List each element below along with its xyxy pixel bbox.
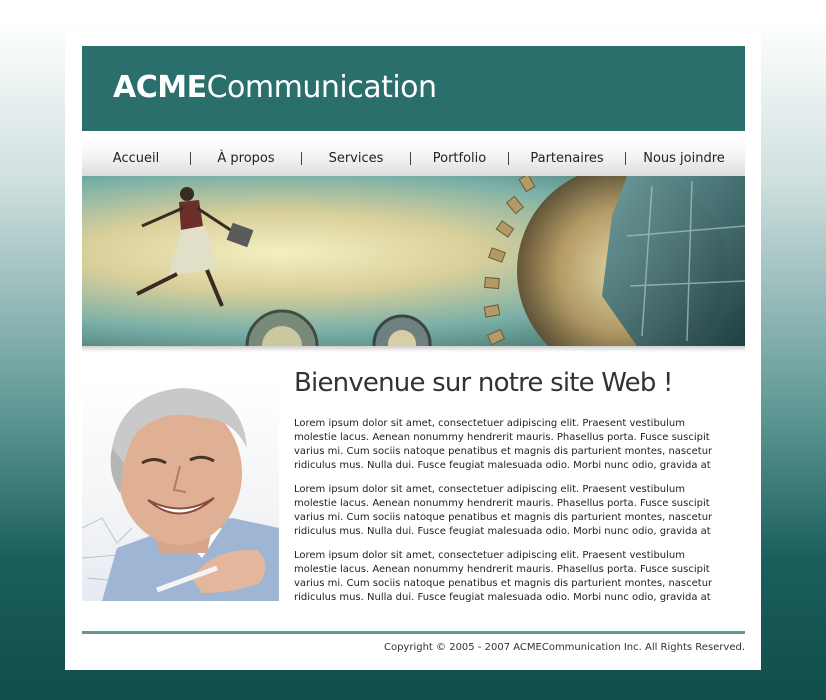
copyright-text: Copyright © 2005 - 2007 ACMECommunicatio… [383,642,745,653]
body-paragraph: Lorem ipsum dolor sit amet, consectetuer… [294,550,713,603]
site-logo[interactable]: ACMECommunication [113,70,437,105]
page-container: ACMECommunication Accueil À propos Servi… [65,30,761,670]
nav-item-nous-joindre[interactable]: Nous joindre [626,151,742,166]
business-woman-gears-illustration-icon [136,176,745,346]
page-title: Bienvenue sur notre site Web ! [294,368,673,398]
site-header: ACMECommunication [82,46,745,131]
nav-item-services[interactable]: Services [302,151,410,166]
body-paragraph: Lorem ipsum dolor sit amet, consectetuer… [294,484,713,537]
logo-light-text: Communication [206,70,437,105]
nav-item-a-propos[interactable]: À propos [191,151,301,166]
nav-item-portfolio[interactable]: Portfolio [411,151,508,166]
logo-bold-text: ACME [113,70,207,105]
body-paragraph: Lorem ipsum dolor sit amet, consectetuer… [294,418,713,471]
nav-item-accueil[interactable]: Accueil [82,151,190,166]
banner-shadow [82,346,745,352]
nav-item-partenaires[interactable]: Partenaires [509,151,625,166]
smiling-businessman-photo-icon [82,388,279,601]
main-nav: Accueil À propos Services Portfolio Part… [82,140,745,176]
portrait-photo [82,378,279,601]
footer-divider [82,631,745,634]
banner-image [82,176,745,346]
